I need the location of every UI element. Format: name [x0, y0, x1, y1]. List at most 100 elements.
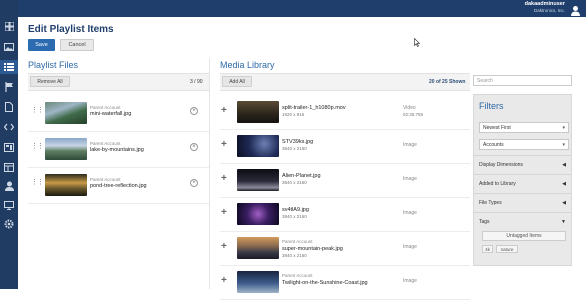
- playlist-count: 3 / 90: [190, 79, 203, 85]
- playlist-thumbnail: [45, 102, 87, 124]
- add-item-icon[interactable]: +: [221, 105, 227, 116]
- tag-nature[interactable]: nature: [496, 245, 518, 253]
- top-bar: dakaadminuser Daktronics, Inc.: [0, 0, 586, 17]
- account-label: Parent Account: [282, 273, 313, 278]
- file-name: mini-waterfall.jpg: [90, 111, 132, 117]
- grid-icon[interactable]: [4, 21, 14, 31]
- caret-left-icon: ◀: [562, 200, 566, 206]
- filter-tags[interactable]: Tags ▼: [474, 212, 571, 230]
- drag-handle-icon[interactable]: ⋮⋮: [31, 178, 44, 186]
- document-icon[interactable]: [4, 102, 14, 112]
- file-dimensions: 3840 x 2160: [282, 214, 307, 219]
- filter-display-dimensions[interactable]: Display Dimensions ◀: [474, 155, 571, 173]
- user-avatar-icon[interactable]: [570, 3, 581, 16]
- monitor-icon[interactable]: [4, 200, 14, 210]
- file-dimensions: 1920 x 816: [282, 112, 305, 117]
- search-input[interactable]: Search: [473, 75, 572, 86]
- sort-select[interactable]: Newest First ▾: [479, 122, 569, 133]
- flag-icon[interactable]: [4, 82, 14, 92]
- code-icon[interactable]: [4, 122, 14, 132]
- caret-left-icon: ◀: [562, 162, 566, 168]
- library-thumbnail: [237, 271, 279, 293]
- media-library-title: Media Library: [220, 60, 275, 70]
- account-select-value: Accounts: [483, 141, 504, 148]
- file-name: lake-by-mountains.jpg: [90, 147, 144, 153]
- media-duration: 02:35.755: [403, 112, 424, 117]
- untagged-items-button[interactable]: Untagged Items: [482, 231, 566, 241]
- file-name: split-trailer-1_h1080p.mov: [282, 105, 346, 111]
- playlist-thumbnail: [45, 174, 87, 196]
- account-label: Parent Account: [282, 239, 313, 244]
- mouse-cursor-icon: [414, 37, 421, 49]
- library-row[interactable]: + STV39ks.jpg 3840 x 2160 Image: [220, 130, 470, 164]
- chevron-down-icon: ▾: [562, 142, 565, 148]
- filter-section-label: Added to Library: [479, 180, 516, 187]
- library-thumbnail: [237, 237, 279, 259]
- tag-4k[interactable]: 4k: [482, 245, 493, 253]
- add-item-icon[interactable]: +: [221, 139, 227, 150]
- library-thumbnail: [237, 169, 279, 191]
- file-dimensions: 3840 x 2160: [282, 253, 307, 258]
- remove-item-icon[interactable]: ×: [190, 143, 198, 151]
- remove-item-icon[interactable]: ×: [190, 107, 198, 115]
- file-name: Twilight-on-the-Sunshine-Coast.jpg: [282, 280, 368, 286]
- library-thumbnail: [237, 203, 279, 225]
- account-label: Parent Account: [90, 141, 121, 146]
- library-row[interactable]: + split-trailer-1_h1080p.mov 1920 x 816 …: [220, 96, 470, 130]
- user-icon[interactable]: [4, 181, 14, 191]
- filter-section-label: Tags: [479, 218, 490, 225]
- filter-section-label: File Types: [479, 199, 502, 206]
- drag-handle-icon[interactable]: ⋮⋮: [31, 142, 44, 150]
- add-all-button[interactable]: Add All: [222, 76, 252, 87]
- page-title: Edit Playlist Items: [28, 24, 114, 35]
- chevron-down-icon: ▾: [562, 125, 565, 131]
- playlist-row[interactable]: ⋮⋮ Parent Account mini-waterfall.jpg ×: [28, 96, 209, 132]
- layout-icon[interactable]: [4, 162, 14, 172]
- playlist-files-title: Playlist Files: [28, 60, 79, 70]
- library-row[interactable]: + sv4tlA9.jpg 3840 x 2160 Image: [220, 198, 470, 232]
- media-type: Image: [403, 244, 417, 250]
- caret-down-icon: ▼: [561, 219, 566, 225]
- user-name[interactable]: dakaadminuser: [525, 1, 565, 7]
- playlist-row[interactable]: ⋮⋮ Parent Account pond-tree-reflection.j…: [28, 168, 209, 204]
- account-label: Parent Account: [90, 177, 121, 182]
- cancel-button[interactable]: Cancel: [60, 39, 94, 51]
- library-thumbnail: [237, 135, 279, 157]
- remove-all-button[interactable]: Remove All: [30, 76, 70, 87]
- list-icon[interactable]: [0, 60, 18, 74]
- filter-added-to-library[interactable]: Added to Library ◀: [474, 174, 571, 192]
- add-item-icon[interactable]: +: [221, 275, 227, 286]
- filters-panel: Filters Newest First ▾ Accounts ▾ Displa…: [473, 94, 572, 266]
- column-divider: [209, 58, 210, 289]
- caret-left-icon: ◀: [562, 181, 566, 187]
- gear-icon[interactable]: [4, 219, 14, 229]
- remove-item-icon[interactable]: ×: [190, 179, 198, 187]
- file-dimensions: 3840 x 2160: [282, 180, 307, 185]
- file-name: pond-tree-reflection.jpg: [90, 183, 147, 189]
- library-thumbnail: [237, 101, 279, 123]
- filter-file-types[interactable]: File Types ◀: [474, 193, 571, 211]
- account-select[interactable]: Accounts ▾: [479, 139, 569, 150]
- dashboard-icon[interactable]: [4, 142, 14, 152]
- playlist-thumbnail: [45, 138, 87, 160]
- add-item-icon[interactable]: +: [221, 207, 227, 218]
- media-type: Image: [403, 176, 417, 182]
- playlist-row[interactable]: ⋮⋮ Parent Account lake-by-mountains.jpg …: [28, 132, 209, 168]
- drag-handle-icon[interactable]: ⋮⋮: [31, 106, 44, 114]
- filter-section-label: Display Dimensions: [479, 161, 523, 168]
- save-button[interactable]: Save: [28, 39, 55, 51]
- media-type: Image: [403, 210, 417, 216]
- add-item-icon[interactable]: +: [221, 241, 227, 252]
- file-name: Alien-Planet.jpg: [282, 173, 321, 179]
- file-name: STV39ks.jpg: [282, 139, 314, 145]
- library-row[interactable]: + Parent Account super-mountain-peak.jpg…: [220, 232, 470, 266]
- account-label: Parent Account: [90, 105, 121, 110]
- filters-title: Filters: [479, 101, 504, 111]
- file-name: super-mountain-peak.jpg: [282, 246, 343, 252]
- media-type: Image: [403, 278, 417, 284]
- image-icon[interactable]: [4, 42, 14, 52]
- media-type: Video: [403, 105, 416, 111]
- add-item-icon[interactable]: +: [221, 173, 227, 184]
- library-row[interactable]: + Alien-Planet.jpg 3840 x 2160 Image: [220, 164, 470, 198]
- library-row[interactable]: + Parent Account Twilight-on-the-Sunshin…: [220, 266, 470, 300]
